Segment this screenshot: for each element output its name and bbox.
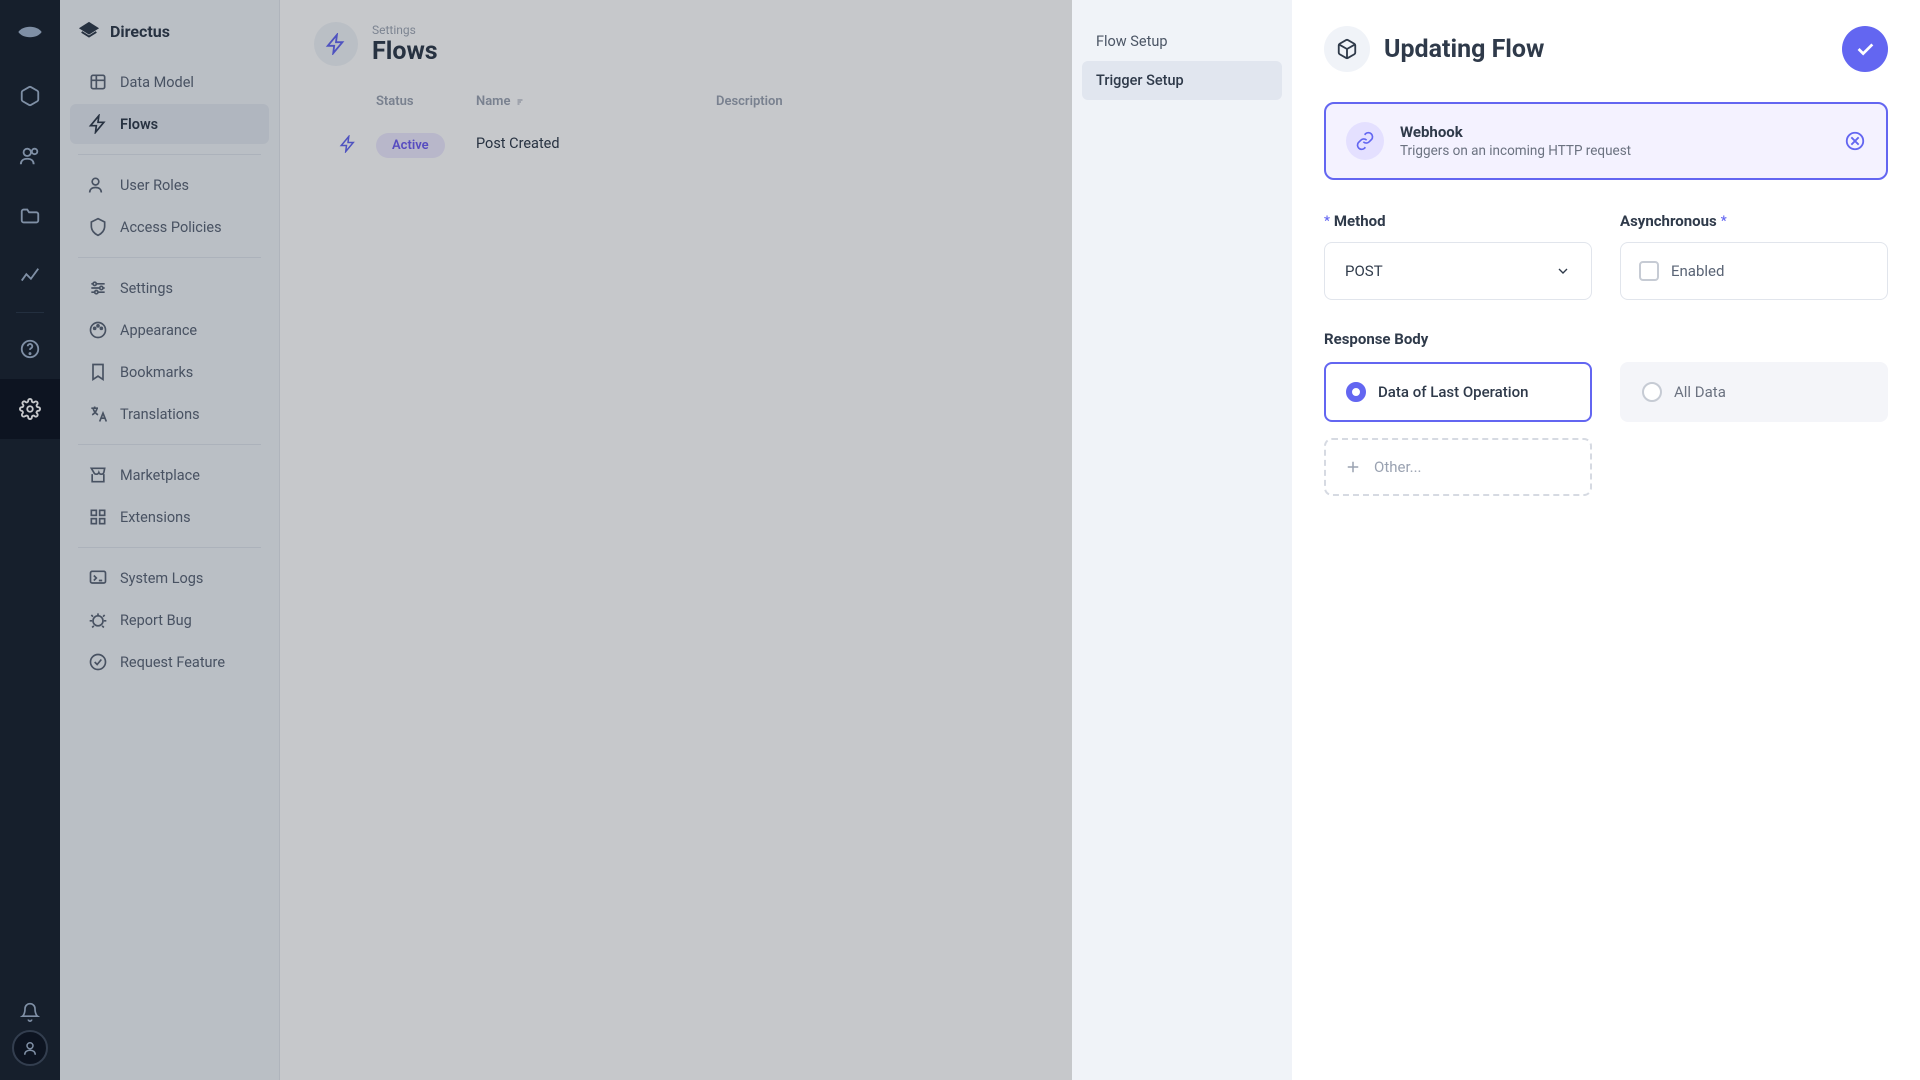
response-body-label: Response Body	[1324, 330, 1888, 348]
trigger-card[interactable]: Webhook Triggers on an incoming HTTP req…	[1324, 102, 1888, 180]
method-select[interactable]: POST	[1324, 242, 1592, 300]
drawer-nav-flow-setup[interactable]: Flow Setup	[1082, 22, 1282, 61]
trigger-description: Triggers on an incoming HTTP request	[1400, 143, 1631, 159]
drawer-title: Updating Flow	[1384, 35, 1544, 64]
async-checkbox-label: Enabled	[1671, 262, 1724, 280]
response-option-other[interactable]: Other...	[1324, 438, 1592, 496]
response-option-last[interactable]: Data of Last Operation	[1324, 362, 1592, 422]
plus-icon	[1344, 458, 1362, 476]
clear-trigger-button[interactable]	[1844, 130, 1866, 152]
async-checkbox[interactable]: Enabled	[1620, 242, 1888, 300]
response-option-label: All Data	[1674, 383, 1726, 401]
confirm-button[interactable]	[1842, 26, 1888, 72]
drawer-body: Updating Flow Webhook Triggers on an inc…	[1292, 0, 1920, 1080]
cube-icon	[1324, 26, 1370, 72]
drawer-header: Updating Flow	[1324, 26, 1888, 72]
checkbox-icon	[1639, 261, 1659, 281]
method-label: *Method	[1324, 212, 1592, 230]
modal-overlay[interactable]	[0, 0, 1072, 1080]
drawer: Flow Setup Trigger Setup Updating Flow W…	[1072, 0, 1920, 1080]
radio-icon	[1346, 382, 1366, 402]
chevron-down-icon	[1555, 263, 1571, 279]
drawer-nav: Flow Setup Trigger Setup	[1072, 0, 1292, 1080]
link-icon	[1346, 122, 1384, 160]
method-value: POST	[1345, 262, 1383, 280]
response-option-label: Data of Last Operation	[1378, 383, 1528, 401]
other-placeholder: Other...	[1374, 458, 1422, 476]
radio-icon	[1642, 382, 1662, 402]
async-label: Asynchronous*	[1620, 212, 1888, 230]
trigger-name: Webhook	[1400, 123, 1631, 141]
drawer-nav-trigger-setup[interactable]: Trigger Setup	[1082, 61, 1282, 100]
response-option-all[interactable]: All Data	[1620, 362, 1888, 422]
